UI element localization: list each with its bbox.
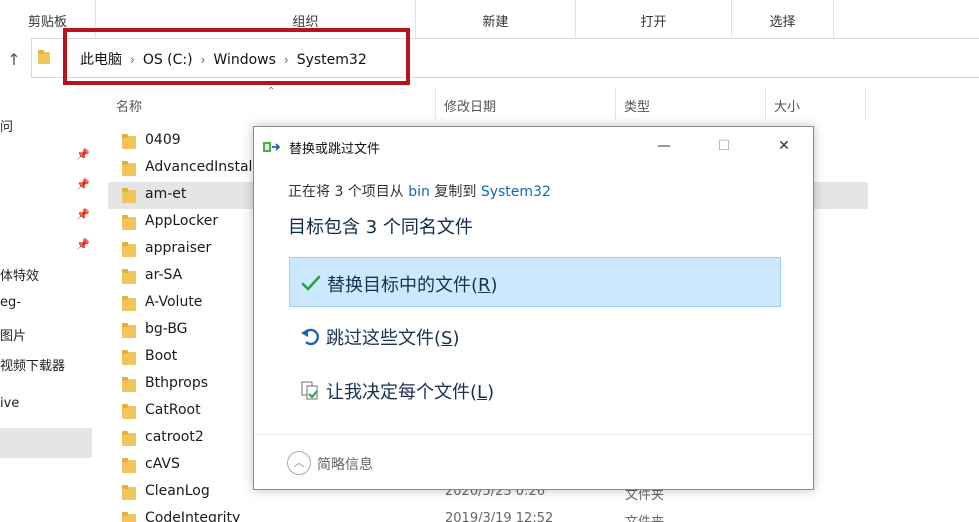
folder-icon [122,431,136,446]
file-name: bg-BG [145,321,188,337]
minimize-icon[interactable]: — [644,133,684,159]
file-name: catroot2 [145,429,204,445]
nav-item[interactable]: eg- [0,295,21,310]
ribbon-group-label: 选择 [769,15,796,30]
folder-icon [122,350,136,365]
file-date: 2019/3/19 12:52 [445,511,554,522]
folder-icon [122,404,136,419]
source-folder-link[interactable]: bin [408,184,430,200]
file-name: A-Volute [145,294,203,310]
option-label-text: 让我决定每个文件( [326,382,478,403]
ribbon-group-open: 打开 [576,0,732,38]
ribbon-group-select: 选择 [732,0,834,38]
nav-item[interactable]: 图片 [0,325,26,344]
folder-icon [122,458,136,473]
folder-icon [122,269,136,284]
maximize-icon[interactable]: ☐ [704,133,744,159]
explorer-window: 剪贴板 组织 新建 打开 选择 ↑ 此电脑 › OS (C:) › Windows › Sy… [0,0,979,522]
file-name: AppLocker [145,213,219,229]
decide-each-file-option[interactable]: 让我决定每个文件(L) [289,365,781,415]
option-label-end: ) [487,382,495,403]
folder-icon [122,134,136,149]
column-header-label: 类型 [624,100,651,115]
column-header-size[interactable]: 大小 [766,88,866,120]
option-access-key: R [478,275,491,296]
folder-icon [122,512,136,522]
file-type: 文件夹 [625,511,664,522]
dialog-title: 替换或跳过文件 [289,142,381,157]
option-label-text: 跳过这些文件( [326,328,442,349]
skip-files-option[interactable]: 跳过这些文件(S) [289,311,781,361]
file-name: ar-SA [145,267,183,283]
column-header-date[interactable]: 修改日期 [436,88,616,120]
column-header-name[interactable]: 名称 [108,88,436,120]
folder-icon [122,242,136,257]
folder-icon [122,188,136,203]
folder-icon [122,323,136,338]
close-icon[interactable]: ✕ [764,133,804,159]
option-access-key: L [477,382,488,403]
destination-folder-link[interactable]: System32 [481,184,551,200]
folder-icon [122,377,136,392]
column-header-label: 大小 [774,100,801,115]
ribbon-group-label: 打开 [640,15,667,30]
pin-icon: 📌 [76,208,90,221]
column-header-label: 修改日期 [444,100,497,115]
file-name: am-et [145,186,187,202]
file-name: Boot [145,348,178,364]
copy-files-icon [263,142,281,152]
folder-icon [122,296,136,311]
nav-item[interactable]: 体特效 [0,265,39,284]
nav-item[interactable]: ive [0,396,19,411]
status-text: 正在将 3 个项目从 [288,184,409,200]
undo-arrow-icon [301,328,319,346]
option-label: 跳过这些文件(S) [326,324,460,350]
column-header-type[interactable]: 类型 [616,88,766,120]
option-label-end: ) [490,275,498,296]
chevron-up-icon[interactable]: ︿ [287,451,311,475]
file-name: Bthprops [145,375,209,391]
file-name: cAVS [145,456,180,472]
file-name: appraiser [145,240,212,256]
file-name: CodeIntegrity [145,510,241,522]
nav-item[interactable]: 视频下载器 [0,355,65,374]
file-row[interactable]: CodeIntegrity 2019/3/19 12:52 文件夹 [108,506,868,522]
option-label-end: ) [452,328,460,349]
replace-or-skip-dialog: 替换或跳过文件 — ☐ ✕ 正在将 3 个项目从 bin 复制到 System3… [253,126,814,490]
fewer-details-label[interactable]: 简略信息 [317,454,373,474]
dialog-heading: 目标包含 3 个同名文件 [288,217,473,238]
file-name: CleanLog [145,483,210,499]
column-header-label: 名称 [116,100,143,115]
file-name: 0409 [145,132,181,148]
folder-icon [38,50,50,64]
option-access-key: S [441,328,453,349]
file-name: CatRoot [145,402,201,418]
ribbon-group-label: 新建 [482,15,509,30]
folder-icon [122,215,136,230]
status-text: 复制到 [429,184,481,200]
compare-files-icon [301,381,318,400]
folder-icon [122,485,136,500]
nav-selected-row[interactable] [0,428,92,458]
dialog-footer: ︿ 简略信息 [254,435,813,489]
pin-icon: 📌 [76,238,90,251]
option-label-text: 替换目标中的文件( [327,275,479,296]
up-arrow-icon[interactable]: ↑ [4,50,24,70]
nav-item[interactable]: 问 [0,116,13,135]
copy-status-text: 正在将 3 个项目从 bin 复制到 System32 [288,181,551,201]
checkmark-icon [301,275,321,291]
option-label: 替换目标中的文件(R) [327,271,498,297]
annotation-highlight-box [63,28,410,85]
replace-files-option[interactable]: 替换目标中的文件(R) [289,257,781,307]
navigation-pane: 问 📌 📌 📌 📌 体特效 eg- 图片 视频下载器 ive [0,88,92,522]
option-label: 让我决定每个文件(L) [326,378,494,404]
pin-icon: 📌 [76,178,90,191]
pin-icon: 📌 [76,148,90,161]
ribbon-group-new: 新建 [416,0,576,38]
folder-icon [122,161,136,176]
